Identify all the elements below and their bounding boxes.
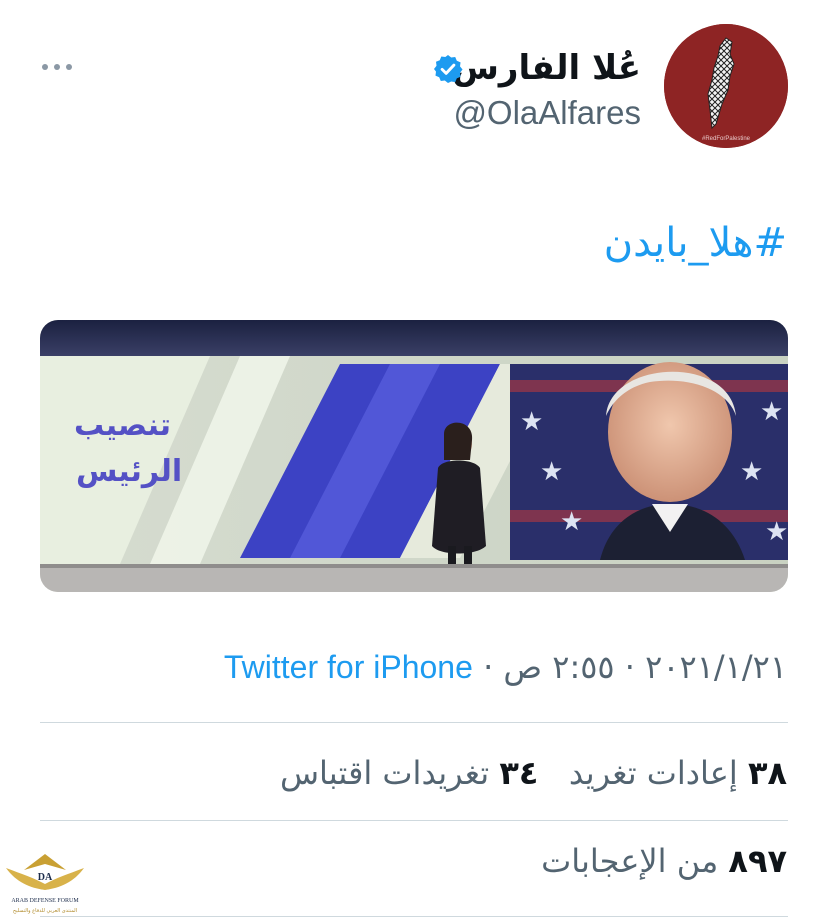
user-handle[interactable]: @OlaAlfares <box>453 94 641 132</box>
quotes-label: تغريدات اقتباس <box>279 754 490 792</box>
watermark-line2: المنتدى العربي للدفاع والتسليح <box>13 908 77 914</box>
svg-text:★: ★ <box>765 517 788 547</box>
retweets-label: إعادات تغريد <box>568 754 738 792</box>
watermark-logo: DA ARAB DEFENSE FORUM المنتدى العربي للد… <box>6 854 84 914</box>
avatar-image: #RedForPalestine <box>664 24 788 148</box>
likes-link[interactable]: ٨٩٧ من الإعجابات <box>541 842 787 880</box>
quotes-link[interactable]: ٣٤ تغريدات اقتباس <box>280 754 538 792</box>
divider <box>40 722 788 723</box>
svg-text:★: ★ <box>540 457 563 487</box>
likes-label: من الإعجابات <box>541 842 719 880</box>
more-horizontal-icon[interactable] <box>40 52 74 82</box>
svg-text:★: ★ <box>560 507 583 537</box>
quotes-count: ٣٤ <box>499 754 539 792</box>
retweets-count: ٣٨ <box>747 754 787 792</box>
tweet-source-link[interactable]: Twitter for iPhone <box>224 649 473 685</box>
tweet-date: ٢٠٢١/١/٢١ <box>645 648 787 686</box>
watermark-initials: DA <box>38 872 53 883</box>
svg-text:★: ★ <box>740 457 763 487</box>
tweet-media-image[interactable]: ★ ★ ★ ★ ★ ★ تنصيب الرئيس <box>40 320 788 592</box>
avatar-caption: #RedForPalestine <box>702 136 751 142</box>
divider <box>40 820 788 821</box>
media-title-line2: الرئيس <box>76 454 183 489</box>
tweet-meta: ٢٠٢١/١/٢١ · ٢:٥٥ ص · Twitter for iPhone <box>224 648 787 686</box>
hashtag-link[interactable]: #هلا_بايدن <box>604 220 787 266</box>
tweet-time[interactable]: ٢:٥٥ ص <box>503 648 614 686</box>
watermark-line1: ARAB DEFENSE FORUM <box>11 898 79 904</box>
media-title-line1: تنصيب <box>74 408 172 443</box>
display-name[interactable]: عُلا الفارس <box>452 48 641 88</box>
svg-text:★: ★ <box>520 407 543 437</box>
likes-count: ٨٩٧ <box>728 842 787 880</box>
avatar[interactable]: #RedForPalestine <box>664 24 788 148</box>
svg-text:★: ★ <box>760 397 783 427</box>
divider <box>40 916 788 917</box>
retweets-link[interactable]: ٣٨ إعادات تغريد <box>569 754 787 792</box>
verified-badge-icon <box>434 55 463 83</box>
meta-separator: · <box>483 648 494 686</box>
engagement-stats: ٣٨ إعادات تغريد ٣٤ تغريدات اقتباس <box>280 754 787 792</box>
meta-separator: · <box>624 648 635 686</box>
